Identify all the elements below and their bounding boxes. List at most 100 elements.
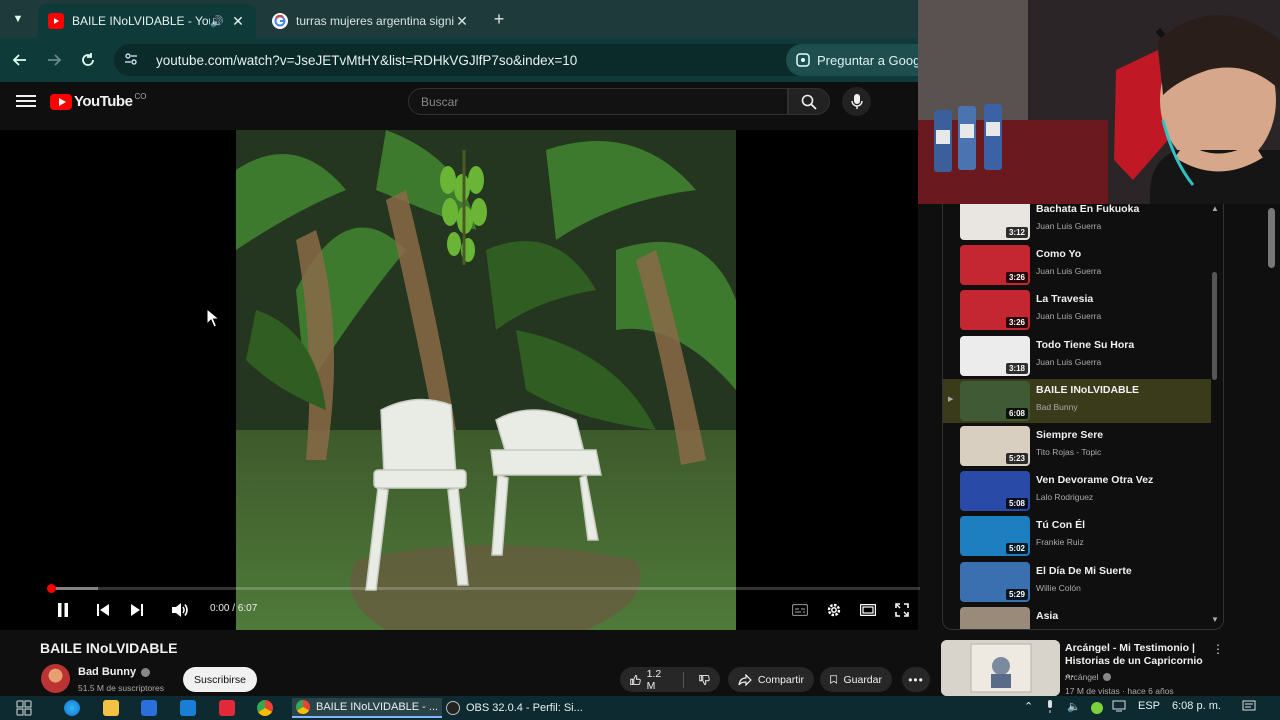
progress-track[interactable] — [50, 587, 920, 590]
save-label: Guardar — [843, 673, 882, 686]
more-horizontal-icon: ••• — [908, 672, 924, 687]
tab-close-icon[interactable]: ✕ — [230, 13, 246, 30]
microphone-tray-icon[interactable] — [1046, 700, 1054, 716]
search-input[interactable] — [421, 94, 787, 109]
playlist-item[interactable]: 3:26 La Travesia Juan Luis Guerra — [943, 288, 1211, 332]
app-tray-icon[interactable] — [1091, 702, 1103, 714]
previous-track-icon[interactable] — [93, 600, 113, 620]
new-tab-plus-icon[interactable]: + — [488, 8, 510, 30]
playlist-item-artist: Willie Colón — [1036, 582, 1081, 593]
reload-icon[interactable] — [76, 48, 100, 72]
playlist-item[interactable]: 3:18 Todo Tiene Su Hora Juan Luis Guerra — [943, 334, 1211, 378]
clock[interactable]: 6:08 p. m. — [1172, 700, 1221, 712]
tab-close-icon[interactable]: ✕ — [454, 13, 470, 30]
progress-scrubber[interactable] — [47, 584, 56, 593]
subtitles-icon[interactable] — [790, 600, 810, 620]
network-tray-icon[interactable] — [1112, 700, 1126, 715]
mouse-cursor-icon — [206, 308, 220, 328]
tab-search-chevron-icon[interactable]: ▼ — [8, 9, 28, 29]
recommendation-thumbnail[interactable] — [941, 640, 1060, 696]
duration-badge: 3:18 — [1005, 362, 1028, 374]
site-settings-icon[interactable] — [124, 52, 144, 69]
forward-arrow-icon[interactable] — [42, 48, 66, 72]
playlist-thumbnail[interactable]: 5:02 — [960, 516, 1030, 557]
speaker-tray-icon[interactable]: 🔈 — [1067, 700, 1081, 713]
chevron-up-icon[interactable]: ▲ — [1211, 204, 1219, 213]
tab-google[interactable]: turras mujeres argentina signifi ✕ — [262, 4, 480, 38]
playlist-thumbnail[interactable]: 5:08 — [960, 471, 1030, 512]
thumbs-down-icon — [699, 674, 711, 685]
youtube-logo[interactable]: YouTube CO — [50, 92, 146, 110]
save-button[interactable]: Guardar — [820, 667, 892, 692]
playlist-thumbnail[interactable]: 3:12 — [960, 204, 1030, 240]
playlist-scrollbar[interactable] — [1212, 272, 1217, 380]
playlist-item-artist: Juan Luis Guerra — [1036, 356, 1102, 367]
like-button[interactable]: 1.2 M — [620, 667, 720, 692]
more-actions-button[interactable]: ••• — [902, 667, 930, 692]
playlist-thumbnail[interactable]: 3:26 — [960, 245, 1030, 286]
file-explorer-icon[interactable] — [103, 700, 119, 716]
playlist-item[interactable]: Asia — [943, 605, 1211, 629]
theater-mode-icon[interactable] — [858, 600, 878, 620]
channel-avatar[interactable] — [41, 664, 70, 693]
tab-audio-icon[interactable]: 🔊 — [210, 15, 224, 28]
settings-gear-icon[interactable] — [824, 600, 844, 620]
obs-icon — [446, 701, 460, 715]
playlist-thumbnail[interactable]: 3:26 — [960, 290, 1030, 331]
album-artwork[interactable] — [236, 130, 736, 630]
playlist-thumbnail[interactable]: 6:08 — [960, 380, 1030, 421]
app-w-icon[interactable] — [219, 700, 235, 716]
tab-youtube[interactable]: BAILE INoLVIDABLE - YouTu 🔊 ✕ — [38, 4, 256, 38]
recommendation-channel[interactable]: Arcángel — [1065, 672, 1111, 682]
playlist-item[interactable]: 5:02 Tú Con Él Frankie Ruiz — [943, 514, 1211, 558]
progress-buffered — [50, 587, 98, 590]
share-button[interactable]: Compartir — [728, 667, 814, 692]
playlist-item-artist: Juan Luis Guerra — [1036, 221, 1102, 231]
playlist-item[interactable]: 5:29 El Día De Mi Suerte Willie Colón — [943, 560, 1211, 604]
chrome-icon[interactable] — [257, 700, 273, 716]
playlist-item[interactable]: 3:26 Como Yo Juan Luis Guerra — [943, 243, 1211, 287]
more-vertical-icon[interactable]: ⋮ — [1212, 642, 1224, 656]
hamburger-menu-icon[interactable] — [16, 92, 36, 112]
playlist-thumbnail[interactable]: 5:29 — [960, 561, 1030, 602]
voice-search-button[interactable] — [842, 87, 871, 116]
page-scrollbar[interactable] — [1268, 208, 1275, 268]
language-indicator[interactable]: ESP — [1138, 700, 1160, 712]
next-track-icon[interactable] — [127, 600, 147, 620]
ask-google-button[interactable]: Preguntar a Googl — [786, 44, 918, 76]
duration-badge: 5:23 — [1005, 453, 1028, 464]
duration-badge: 5:29 — [1005, 588, 1028, 600]
search-icon — [801, 94, 817, 110]
microsoft-store-icon[interactable] — [141, 700, 157, 716]
youtube-favicon-icon — [48, 13, 64, 29]
search-button[interactable] — [788, 88, 830, 115]
edge-browser-icon[interactable] — [64, 700, 80, 716]
start-icon[interactable] — [16, 700, 32, 716]
volume-icon[interactable] — [170, 600, 190, 620]
playlist-item-title: Siempre Sere — [1036, 429, 1104, 441]
duration-badge: 6:08 — [1005, 407, 1028, 419]
playlist-thumbnail[interactable]: 5:23 — [960, 426, 1030, 466]
playlist-item-current[interactable]: ▶ 6:08 BAILE INoLVIDABLE Bad Bunny — [943, 378, 1211, 423]
search-box — [408, 88, 788, 115]
back-arrow-icon[interactable] — [8, 48, 32, 72]
playlist-item[interactable]: 3:12 Bachata En Fukuoka Juan Luis Guerra — [943, 204, 1211, 242]
fullscreen-icon[interactable] — [892, 600, 912, 620]
duration-badge: 3:26 — [1005, 317, 1028, 329]
tray-chevron-up-icon[interactable]: ⌃ — [1024, 700, 1033, 713]
taskbar-app-obs[interactable]: OBS 32.0.4 - Perfil: Si... — [442, 698, 587, 718]
playlist-item[interactable]: 5:23 Siempre Sere Tito Rojas - Topic — [943, 424, 1211, 468]
taskbar-app-chrome[interactable]: BAILE INoLVIDABLE - ... — [292, 698, 443, 718]
playlist-item-title: La Travesia — [1036, 293, 1094, 306]
playlist-thumbnail[interactable] — [960, 606, 1030, 629]
notifications-icon[interactable] — [1242, 700, 1256, 715]
pause-icon[interactable] — [53, 600, 73, 620]
playlist-item-title: Ven Devorame Otra Vez — [1036, 474, 1154, 487]
playlist-thumbnail[interactable]: 3:18 — [960, 335, 1030, 376]
mail-icon[interactable] — [180, 700, 196, 716]
subscribe-button[interactable]: Suscribirse — [183, 667, 257, 692]
playlist-item[interactable]: 5:08 Ven Devorame Otra Vez Lalo Rodriguez — [943, 469, 1211, 513]
chevron-down-icon[interactable]: ▼ — [1211, 615, 1219, 624]
channel-name-link[interactable]: Bad Bunny — [78, 666, 151, 678]
playlist-panel: 3:12 Bachata En Fukuoka Juan Luis Guerra 3:… — [942, 204, 1224, 630]
